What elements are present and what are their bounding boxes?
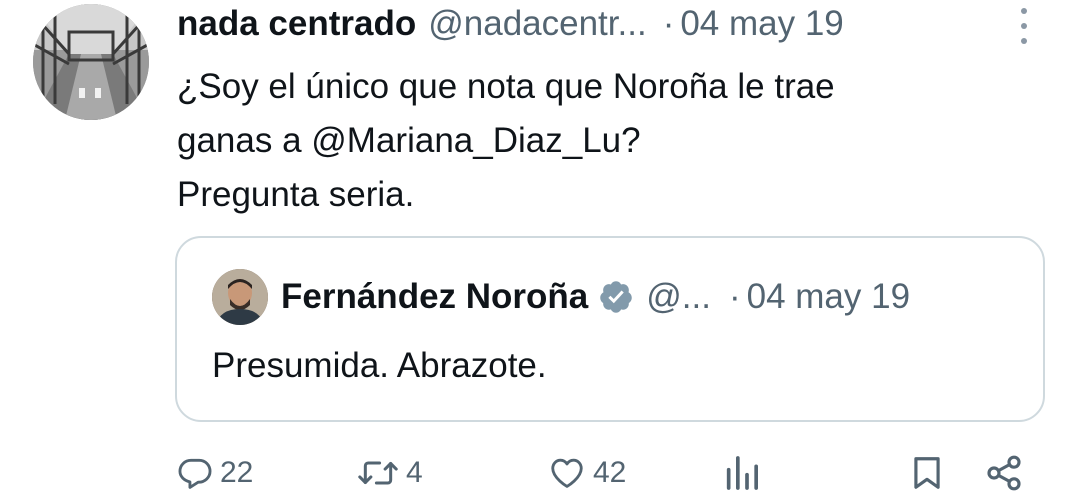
share-icon xyxy=(987,455,1021,491)
quoted-tweet-header: Fernández Noroña @... · 04 may 19 xyxy=(281,270,910,324)
avatar-image xyxy=(33,4,149,120)
more-vertical-icon[interactable] xyxy=(1013,8,1035,44)
author-handle[interactable]: @nadacentr... xyxy=(428,0,646,48)
author-avatar[interactable] xyxy=(33,4,149,120)
action-bar: 22 4 42 xyxy=(0,445,1080,501)
tweet[interactable]: nada centrado @nadacentr... · 04 may 19 … xyxy=(0,0,1080,502)
quoted-author-name[interactable]: Fernández Noroña xyxy=(281,277,588,317)
retweet-button[interactable]: 4 xyxy=(356,445,423,501)
verified-badge-icon xyxy=(600,281,633,313)
tweet-text-line: ¿Soy el único que nota que Noroña le tra… xyxy=(177,67,835,106)
reply-button[interactable]: 22 xyxy=(176,445,253,501)
reply-count: 22 xyxy=(220,456,254,489)
like-count: 42 xyxy=(593,456,627,489)
separator-dot: · xyxy=(728,277,741,316)
retweet-count: 4 xyxy=(406,456,423,489)
bookmark-icon xyxy=(914,457,940,489)
quoted-tweet-text: Presumida. Abrazote. xyxy=(212,346,547,385)
heart-icon xyxy=(551,458,583,488)
tweet-date[interactable]: 04 may 19 xyxy=(680,0,843,48)
tweet-header: nada centrado @nadacentr... · 04 may 19 xyxy=(177,0,844,48)
quoted-author-avatar[interactable] xyxy=(212,269,268,325)
bookmark-button[interactable] xyxy=(908,445,946,501)
tweet-text: ¿Soy el único que nota que Noroña le tra… xyxy=(177,60,1037,222)
quoted-avatar-image xyxy=(212,269,268,325)
quoted-author-handle[interactable]: @... xyxy=(646,277,711,317)
author-name[interactable]: nada centrado xyxy=(177,0,416,48)
reply-icon xyxy=(178,458,212,489)
share-button[interactable] xyxy=(984,445,1024,501)
tweet-text-line: Pregunta seria. xyxy=(177,175,415,214)
views-icon xyxy=(726,456,758,490)
views-button[interactable] xyxy=(722,445,762,501)
like-button[interactable]: 42 xyxy=(547,445,626,501)
quoted-tweet-date[interactable]: 04 may 19 xyxy=(747,277,910,317)
separator-dot: · xyxy=(662,4,675,43)
quoted-tweet[interactable]: Fernández Noroña @... · 04 may 19 Presum… xyxy=(175,236,1045,422)
tweet-text-line: ganas a @Mariana_Diaz_Lu? xyxy=(177,121,641,160)
retweet-icon xyxy=(358,461,398,485)
